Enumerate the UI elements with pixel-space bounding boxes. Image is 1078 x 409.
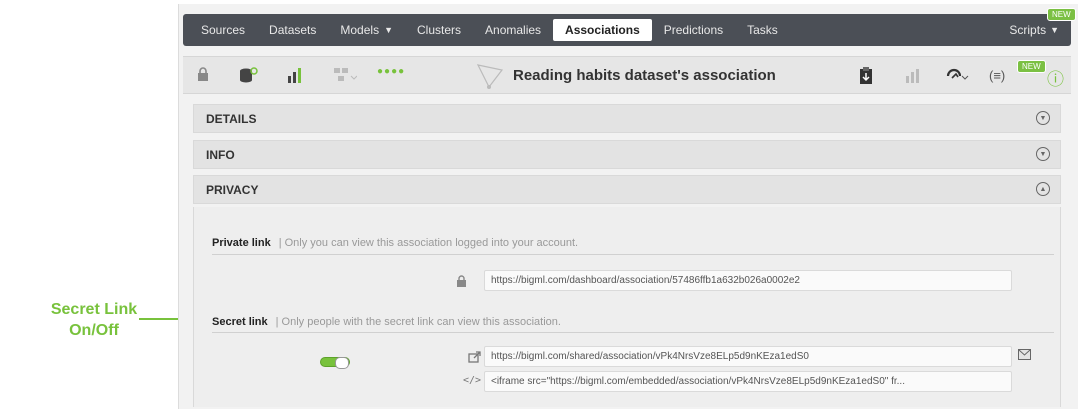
expand-icon[interactable]: ▼ (1036, 147, 1050, 161)
chevron-down-icon: ▼ (384, 25, 393, 35)
top-nav: Sources Datasets Models ▼ Clusters Anoma… (183, 14, 1071, 46)
private-link-field[interactable]: https://bigml.com/dashboard/association/… (484, 270, 1012, 291)
expand-icon[interactable]: ▼ (1036, 111, 1050, 125)
annotation-line-1: Secret Link (50, 301, 138, 318)
formula-menu-icon[interactable]: (≡) (989, 68, 1005, 83)
annotation-label: Secret Link On/Off (34, 299, 154, 341)
secret-link-label: Secret link (212, 316, 268, 328)
nav-predictions[interactable]: Predictions (652, 19, 735, 41)
nav-clusters[interactable]: Clusters (405, 19, 473, 41)
section-details-title: DETAILS (206, 111, 257, 126)
private-link-row: Private link | Only you can view this ass… (212, 237, 578, 249)
resource-toolbar: ●●●● Reading habits dataset's associatio… (183, 56, 1071, 94)
bar-chart-icon[interactable] (287, 67, 305, 88)
info-icon[interactable]: ⓘ (1047, 65, 1064, 90)
model-tree-icon[interactable] (333, 67, 358, 88)
nav-sources[interactable]: Sources (189, 19, 257, 41)
divider (212, 254, 1054, 255)
section-details[interactable]: DETAILS ▼ (193, 104, 1061, 133)
private-link-label: Private link (212, 237, 271, 249)
email-icon[interactable] (1018, 349, 1031, 363)
toolbar-new-badge: NEW (1017, 60, 1046, 73)
secret-link-field[interactable]: https://bigml.com/shared/association/vPk… (484, 346, 1012, 367)
secret-link-toggle[interactable] (320, 357, 350, 369)
lock-icon (456, 275, 467, 291)
clipboard-download-icon[interactable] (859, 67, 873, 90)
collapse-icon[interactable]: ▲ (1036, 182, 1050, 196)
nav-associations[interactable]: Associations (553, 19, 652, 41)
app-frame: Sources Datasets Models ▼ Clusters Anoma… (178, 4, 1078, 409)
chevron-down-icon: ▼ (1050, 25, 1059, 35)
nav-datasets[interactable]: Datasets (257, 19, 328, 41)
lock-icon[interactable] (197, 67, 209, 87)
embed-code-field[interactable]: <iframe src="https://bigml.com/embedded/… (484, 371, 1012, 392)
annotation-line-2: On/Off (69, 322, 119, 339)
more-options-icon[interactable]: ●●●● (377, 66, 405, 77)
embed-code-icon: </> (463, 375, 482, 386)
association-shape-icon (475, 62, 505, 95)
nav-models-label: Models (340, 23, 380, 37)
section-info-title: INFO (206, 147, 235, 162)
chart-add-icon[interactable] (905, 67, 923, 88)
nav-tasks[interactable]: Tasks (735, 19, 790, 41)
secret-link-description: | Only people with the secret link can v… (275, 316, 561, 328)
section-info[interactable]: INFO ▼ (193, 140, 1061, 169)
private-link-description: | Only you can view this association log… (278, 237, 579, 249)
scripts-new-badge: NEW (1047, 8, 1076, 21)
nav-anomalies[interactable]: Anomalies (473, 19, 553, 41)
resource-title: Reading habits dataset's association (513, 67, 776, 84)
secret-link-row: Secret link | Only people with the secret… (212, 316, 561, 328)
divider (212, 332, 1054, 333)
share-icon[interactable] (468, 351, 481, 366)
nav-models[interactable]: Models ▼ (328, 19, 405, 41)
nav-scripts-label: Scripts (1009, 23, 1047, 37)
dataset-search-icon[interactable] (239, 67, 259, 88)
refresh-menu-icon[interactable] (945, 67, 969, 88)
section-privacy-title: PRIVACY (206, 182, 259, 197)
section-privacy[interactable]: PRIVACY ▲ (193, 175, 1061, 204)
privacy-panel: Private link | Only you can view this ass… (193, 207, 1061, 407)
